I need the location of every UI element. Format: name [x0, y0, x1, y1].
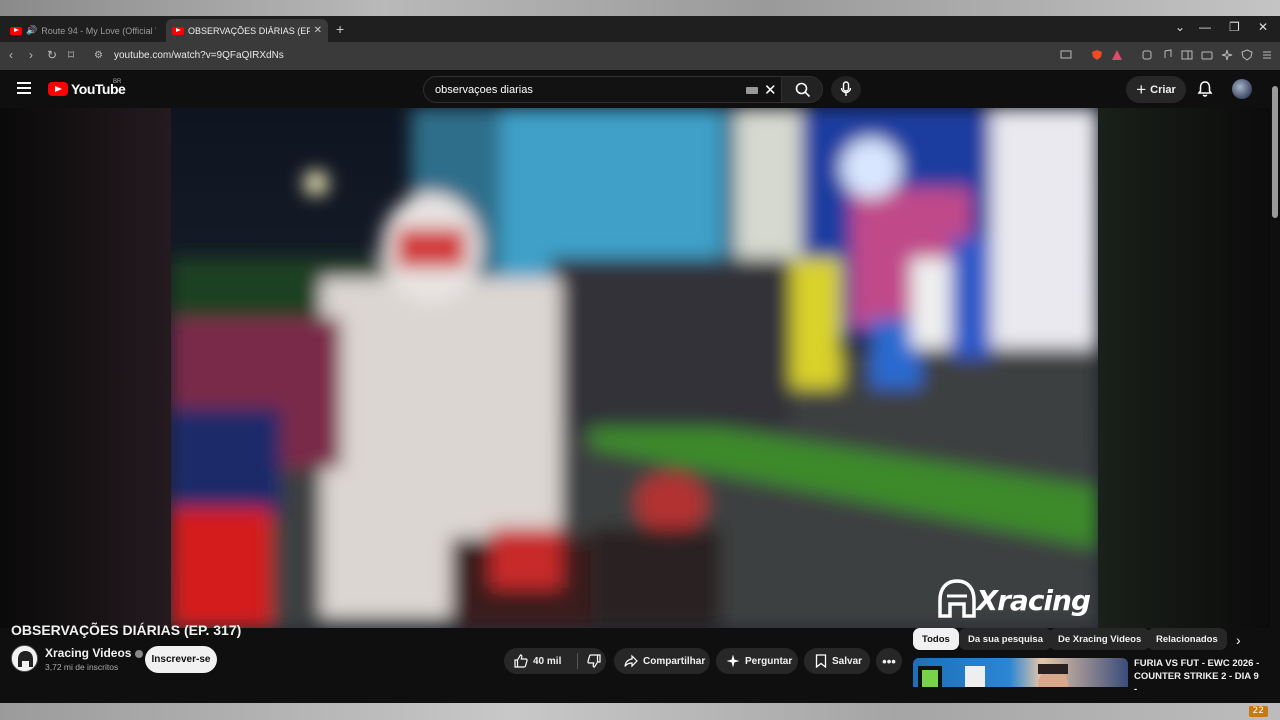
cast-icon[interactable]: [1060, 49, 1072, 61]
rewards-icon[interactable]: [1111, 49, 1123, 61]
video-player[interactable]: Xracing: [0, 108, 1270, 628]
reload-icon[interactable]: ↻: [47, 48, 57, 62]
tab-observacoes[interactable]: OBSERVAÇÕES DIÁRIAS (EP. 317 ✕: [166, 19, 328, 42]
forward-icon[interactable]: ›: [29, 48, 33, 62]
channel-name-text: Xracing Videos: [45, 646, 132, 660]
tab-strip: 🔊 Route 94 - My Love (Official Vide OBSE…: [0, 16, 1280, 42]
spartan-helmet-icon: [937, 579, 976, 618]
subscriber-count: 3,72 mi de inscritos: [45, 662, 119, 672]
hamburger-menu-icon[interactable]: [17, 82, 31, 94]
divider: [577, 653, 578, 669]
share-arrow-icon: [624, 654, 638, 668]
desktop-background-bottom: [0, 703, 1280, 720]
create-button[interactable]: + Criar: [1126, 76, 1186, 103]
save-button[interactable]: Salvar: [804, 648, 870, 674]
ambient-glow-left: [0, 108, 171, 628]
share-label: Compartilhar: [643, 655, 706, 667]
microphone-icon: [840, 81, 852, 96]
speaker-icon[interactable]: 🔊: [26, 25, 37, 36]
wallet-icon[interactable]: [1201, 49, 1213, 61]
youtube-logo[interactable]: YouTube BR: [48, 79, 126, 97]
more-actions-button[interactable]: •••: [876, 648, 902, 674]
vpn-icon[interactable]: [1241, 49, 1253, 61]
ask-label: Perguntar: [745, 655, 793, 667]
voice-search-button[interactable]: [831, 76, 861, 103]
chip-from-channel[interactable]: De Xracing Videos: [1049, 628, 1151, 650]
channel-name[interactable]: Xracing Videos: [45, 646, 144, 660]
site-info-icon[interactable]: ⚙: [94, 50, 103, 61]
video-scene: [171, 108, 1098, 628]
restore-button[interactable]: ❐: [1229, 20, 1240, 34]
url-field[interactable]: youtube.com/watch?v=9QFaQIRXdNs: [114, 50, 284, 61]
ambient-glow-right: [1098, 108, 1270, 628]
tab-search-icon[interactable]: ⌄: [1175, 20, 1185, 34]
scrollbar-thumb[interactable]: [1272, 86, 1278, 218]
chip-related[interactable]: Relacionados: [1147, 628, 1227, 650]
sidebar-icon[interactable]: [1181, 49, 1193, 61]
verified-badge-icon: [135, 649, 144, 658]
chevron-right-icon[interactable]: ›: [1236, 632, 1241, 648]
like-button[interactable]: 40 mil: [514, 654, 577, 668]
brave-shield-icon[interactable]: [1091, 49, 1103, 61]
more-icon: •••: [882, 653, 896, 669]
media-icon[interactable]: [1161, 49, 1173, 61]
recommendation-title[interactable]: FURIA VS FUT - EWC 2026 - COUNTER STRIKE…: [1134, 657, 1264, 696]
chip-from-search[interactable]: Da sua pesquisa: [959, 628, 1052, 650]
minimize-button[interactable]: —: [1199, 20, 1211, 34]
tab-route94[interactable]: 🔊 Route 94 - My Love (Official Vide: [4, 19, 162, 42]
bookmark-icon[interactable]: ⌑: [68, 48, 74, 62]
notifications-bell-icon[interactable]: [1196, 80, 1214, 98]
thumbs-up-icon: [514, 654, 528, 668]
ask-button[interactable]: Perguntar: [716, 648, 798, 674]
youtube-play-icon: [48, 82, 68, 96]
dislike-button[interactable]: [587, 654, 606, 668]
close-window-button[interactable]: ✕: [1258, 20, 1268, 34]
taskbar-badge: 22: [1248, 706, 1268, 717]
menu-icon[interactable]: [1261, 49, 1273, 61]
account-avatar[interactable]: [1232, 79, 1252, 99]
like-dislike-group: 40 mil: [504, 648, 606, 674]
youtube-favicon-icon: [172, 26, 184, 35]
sparkle-icon: [726, 654, 740, 668]
region-code: BR: [113, 79, 122, 85]
create-label: Criar: [1150, 83, 1176, 96]
extensions-icon[interactable]: [1141, 49, 1153, 61]
new-tab-button[interactable]: +: [336, 21, 344, 37]
tab-title: Route 94 - My Love (Official Vide: [41, 25, 156, 36]
share-button[interactable]: Compartilhar: [614, 648, 710, 674]
thumbnail-art: [918, 664, 1068, 687]
search-value: observaçoes diarias: [435, 84, 533, 96]
video-title: OBSERVAÇÕES DIÁRIAS (EP. 317): [11, 622, 242, 638]
close-tab-icon[interactable]: ✕: [314, 25, 322, 36]
subscribe-button[interactable]: Inscrever-se: [145, 646, 217, 673]
search-input[interactable]: observaçoes diarias ✕: [423, 76, 783, 103]
leo-ai-icon[interactable]: [1221, 49, 1233, 61]
channel-avatar[interactable]: [11, 645, 38, 672]
clear-search-icon[interactable]: ✕: [764, 81, 777, 99]
tab-title: OBSERVAÇÕES DIÁRIAS (EP. 317: [188, 25, 310, 36]
plus-icon: +: [1136, 79, 1147, 99]
youtube-favicon-icon: [10, 26, 22, 35]
video-frame[interactable]: Xracing: [171, 108, 1098, 628]
address-bar: ‹ › ↻ ⌑ ⚙ youtube.com/watch?v=9QFaQIRXdN…: [0, 42, 1280, 70]
watermark-text: Xracing: [976, 583, 1091, 617]
channel-watermark: Xracing: [937, 578, 1091, 622]
recommendation-thumbnail[interactable]: [913, 658, 1128, 687]
bookmark-save-icon: [815, 654, 827, 668]
save-label: Salvar: [832, 655, 863, 667]
page-scrollbar[interactable]: [1270, 70, 1280, 703]
desktop-background-top: [0, 0, 1280, 16]
search-icon: [795, 82, 811, 98]
youtube-header: YouTube BR observaçoes diarias ✕ + Criar: [0, 70, 1280, 108]
chip-all[interactable]: Todos: [913, 628, 959, 650]
search-button[interactable]: [781, 76, 823, 103]
browser-window: 🔊 Route 94 - My Love (Official Vide OBSE…: [0, 16, 1280, 703]
keyboard-icon[interactable]: [746, 87, 758, 94]
back-icon[interactable]: ‹: [9, 48, 13, 62]
thumbs-down-icon: [587, 654, 601, 668]
like-count: 40 mil: [533, 655, 562, 667]
